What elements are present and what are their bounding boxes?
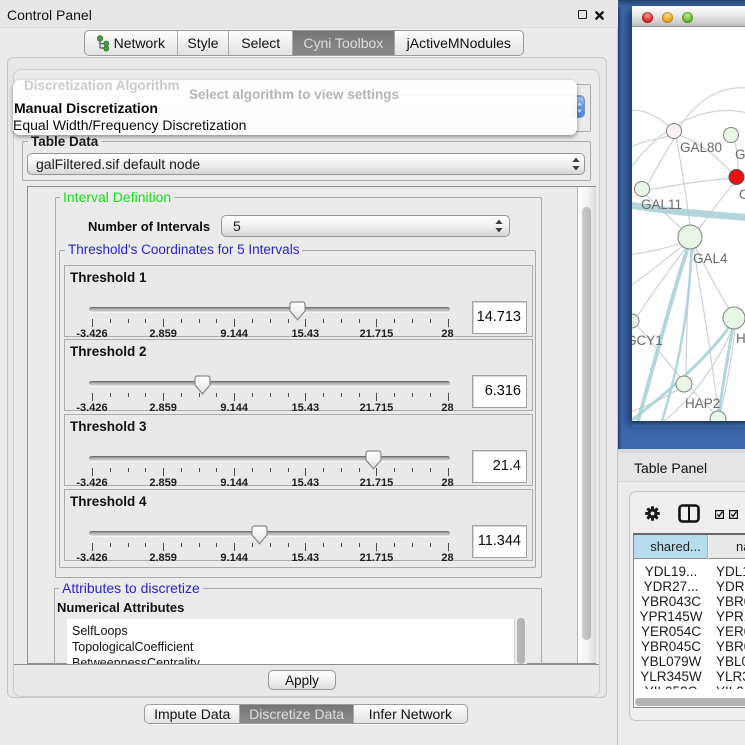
svg-text:GA: GA [735, 147, 745, 162]
svg-text:GAL4: GAL4 [693, 251, 728, 266]
svg-text:GAL80: GAL80 [680, 140, 722, 155]
svg-text:HAP2: HAP2 [685, 396, 720, 411]
svg-text:H: H [736, 331, 745, 346]
svg-text:C: C [739, 187, 745, 202]
svg-text:GAL11: GAL11 [641, 197, 682, 212]
svg-text:GCY1: GCY1 [632, 333, 663, 348]
